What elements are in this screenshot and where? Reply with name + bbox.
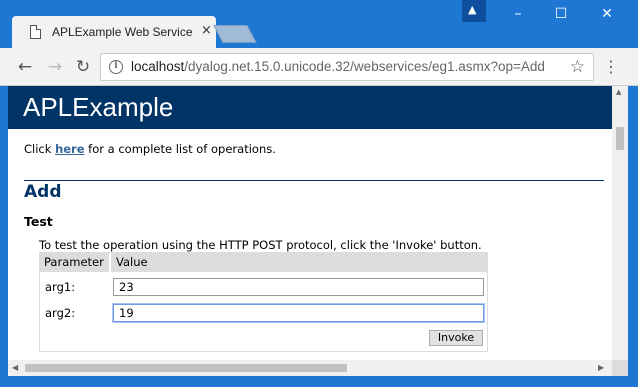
intro-suffix: for a complete list of operations. [84,142,276,156]
arg1-label: arg1: [45,280,76,294]
profile-button[interactable]: ▲ [462,0,486,22]
url-path: /dyalog.net.15.0.unicode.32/webservices/… [184,59,545,74]
test-heading: Test [24,214,53,229]
horizontal-scroll-thumb[interactable] [25,364,347,372]
browser-toolbar: ← → ↻ i localhost/dyalog.net.15.0.unicod… [0,48,638,86]
header-value: Value [109,253,148,272]
minimize-button[interactable]: – [508,4,528,24]
service-title: APLExample [23,92,174,122]
tab-title: APLExample Web Service [52,25,193,39]
url-host: localhost [131,59,185,74]
operation-title: Add [24,182,62,202]
scroll-right-icon[interactable]: ▶ [598,363,604,372]
info-icon[interactable]: i [109,60,123,74]
bookmark-star-icon[interactable]: ☆ [570,57,585,77]
scrollbar-corner [612,360,628,376]
page-content: APLExample Click here for a complete lis… [8,86,612,360]
header-parameter: Parameter [44,255,104,269]
invoke-button[interactable]: Invoke [429,330,483,346]
table-header: Parameter Value [40,253,487,272]
arg2-field[interactable] [113,304,484,322]
maximize-button[interactable]: ☐ [551,4,571,24]
scroll-left-icon[interactable]: ◀ [12,363,18,372]
intro-text: Click here for a complete list of operat… [24,142,276,156]
vertical-scrollbar[interactable]: ▲ [612,86,628,360]
parameters-table: Parameter Value arg1: arg2: Invoke [39,252,488,352]
divider [24,180,604,181]
forward-button[interactable]: → [44,56,66,78]
title-bar: APLExample Web Service × ▲ – ☐ ✕ [0,0,638,48]
back-button[interactable]: ← [14,56,36,78]
url-text[interactable]: localhost/dyalog.net.15.0.unicode.32/web… [131,59,545,74]
address-bar[interactable]: i localhost/dyalog.net.15.0.unicode.32/w… [100,53,594,81]
arg1-field[interactable] [113,278,484,296]
browser-tab[interactable]: APLExample Web Service × [12,16,216,48]
browser-menu-icon[interactable]: ⋮ [603,56,619,78]
arg2-label: arg2: [45,306,76,320]
intro-prefix: Click [24,142,56,156]
new-tab-button[interactable] [213,25,257,43]
reload-button[interactable]: ↻ [72,56,94,78]
scroll-up-icon[interactable]: ▲ [616,88,621,96]
person-icon: ▲ [468,3,477,16]
document-icon [30,25,41,39]
tab-close-icon[interactable]: × [201,23,212,39]
vertical-scroll-thumb[interactable] [616,127,624,150]
browser-window: APLExample Web Service × ▲ – ☐ ✕ ← → ↻ i… [0,0,638,387]
service-banner: APLExample [8,86,612,129]
page-viewport: APLExample Click here for a complete lis… [8,86,628,376]
horizontal-scrollbar[interactable]: ◀ ▶ [8,360,612,376]
test-description: To test the operation using the HTTP POS… [39,238,482,252]
close-button[interactable]: ✕ [597,4,617,24]
operations-link[interactable]: here [55,142,84,156]
